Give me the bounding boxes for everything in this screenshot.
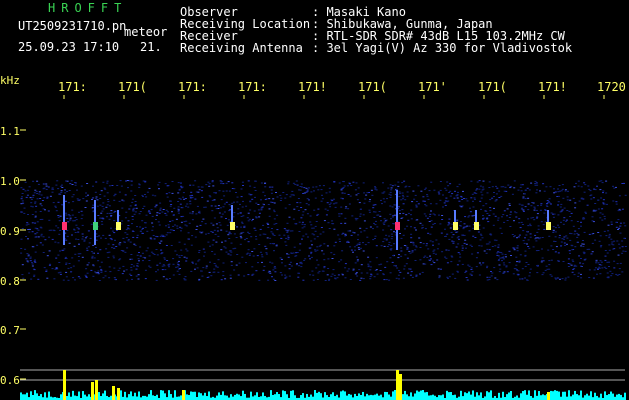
level-plot [20, 369, 626, 400]
spectrogram [20, 95, 627, 400]
meteor-traces [62, 190, 551, 250]
grid-ticks [20, 95, 605, 380]
noise-band [20, 180, 627, 281]
